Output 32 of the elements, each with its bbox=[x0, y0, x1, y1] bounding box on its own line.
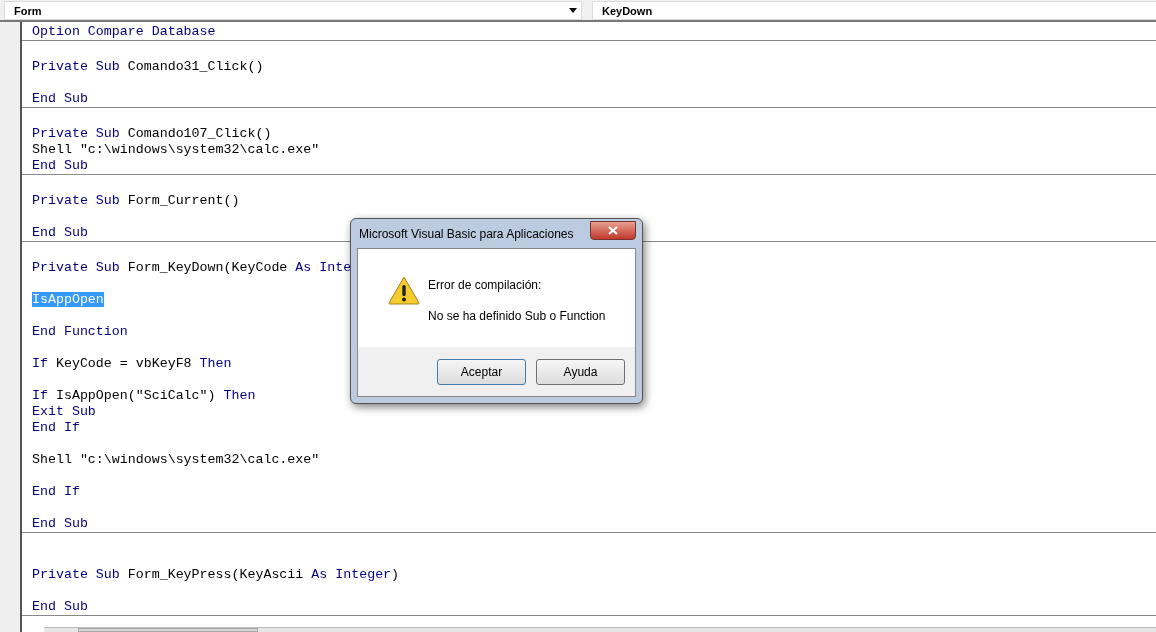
code-line: If IsAppOpen("SciCalc") Then bbox=[32, 388, 256, 403]
code-line: End If bbox=[32, 420, 80, 435]
procedure-dropdown[interactable]: KeyDown bbox=[592, 1, 1156, 20]
close-button[interactable] bbox=[590, 221, 636, 240]
error-heading: Error de compilación: bbox=[428, 278, 543, 292]
code-line: End Function bbox=[32, 324, 128, 339]
code-line: Private Sub Comando107_Click() bbox=[32, 126, 272, 141]
code-line: End Sub bbox=[32, 516, 88, 531]
code-line: If KeyCode = vbKeyF8 Then bbox=[32, 356, 232, 371]
code-line: Shell "c:\windows\system32\calc.exe" bbox=[32, 142, 320, 157]
object-dropdown[interactable]: Form bbox=[4, 1, 582, 20]
code-line: Private Sub Form_KeyDown(KeyCode As Inte bbox=[32, 260, 352, 275]
code-line: End Sub bbox=[32, 91, 88, 106]
code-line: End Sub bbox=[32, 158, 88, 173]
code-line: Option Compare Database bbox=[32, 24, 216, 39]
code-line: End If bbox=[32, 484, 80, 499]
code-line: End Sub bbox=[32, 225, 88, 240]
scrollbar-thumb[interactable] bbox=[78, 628, 258, 632]
horizontal-scrollbar[interactable] bbox=[44, 627, 1156, 632]
code-line: Private Sub Form_Current() bbox=[32, 193, 240, 208]
code-line: End Sub bbox=[32, 599, 88, 614]
code-line: Private Sub Form_KeyPress(KeyAscii As Integer) bbox=[32, 567, 400, 582]
code-line: Exit Sub bbox=[32, 404, 96, 419]
caret-icon bbox=[569, 8, 577, 13]
code-line: Shell "c:\windows\system32\calc.exe" bbox=[32, 452, 320, 467]
warning-icon bbox=[388, 276, 420, 305]
dialog-button[interactable]: Ayuda bbox=[536, 359, 625, 385]
close-icon bbox=[608, 226, 618, 235]
error-message: No se ha definido Sub o Function bbox=[428, 309, 606, 323]
dialog-button[interactable]: Aceptar bbox=[437, 359, 526, 385]
dialog-title: Microsoft Visual Basic para Aplicaciones bbox=[358, 226, 574, 241]
code-line: Private Sub Comando31_Click() bbox=[32, 59, 264, 74]
